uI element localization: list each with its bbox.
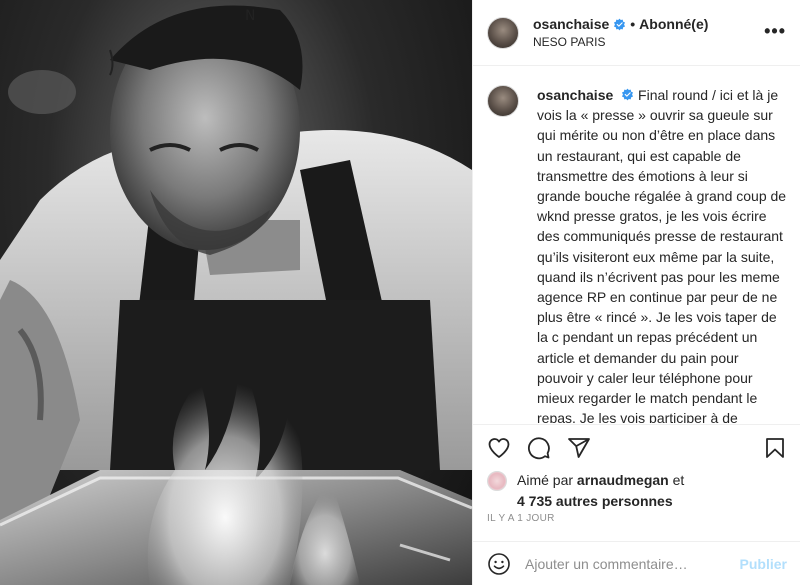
post-detail-panel: osanchaise • Abonné(e) NESO PARIS ••• os… (472, 0, 800, 585)
verified-badge-icon (622, 88, 634, 101)
verified-badge-icon (614, 18, 626, 30)
post-photo-art: N (0, 5, 472, 585)
liker-avatar[interactable] (487, 471, 507, 491)
author-username[interactable]: osanchaise (533, 16, 609, 32)
comment-icon[interactable] (527, 436, 551, 460)
follow-status-button[interactable]: Abonné(e) (639, 16, 708, 32)
likes-summary: Aimé par arnaudmegan et 4 735 autres per… (487, 470, 684, 512)
post-header: osanchaise • Abonné(e) NESO PARIS ••• (473, 0, 800, 66)
action-bar (473, 424, 800, 470)
separator-dot: • (630, 16, 636, 32)
more-options-icon[interactable]: ••• (764, 22, 786, 40)
post-photo[interactable]: N (0, 0, 472, 585)
likes-text: Aimé par arnaudmegan et 4 735 autres per… (517, 470, 684, 512)
svg-text:N: N (245, 8, 255, 24)
heart-icon[interactable] (487, 436, 511, 460)
post-location[interactable]: NESO PARIS (533, 35, 708, 49)
caption-username[interactable]: osanchaise (537, 87, 613, 103)
liked-by-user[interactable]: arnaudmegan (577, 472, 669, 488)
header-text: osanchaise • Abonné(e) NESO PARIS (533, 16, 708, 49)
smiley-icon[interactable] (487, 552, 511, 576)
paper-plane-icon[interactable] (567, 436, 591, 460)
liked-by-prefix: Aimé par (517, 472, 574, 488)
caption-text: Final round / ici et là je vois la « pre… (537, 87, 787, 423)
header-row: osanchaise • Abonné(e) (533, 16, 708, 32)
publish-button[interactable]: Publier (740, 556, 787, 572)
liked-by-suffix: et (672, 472, 685, 488)
caption-area[interactable]: osanchaise Final round / ici et là je vo… (473, 67, 800, 423)
comment-input[interactable] (525, 555, 740, 572)
caption: osanchaise Final round / ici et là je vo… (537, 85, 787, 423)
caption-author-avatar[interactable] (487, 85, 519, 117)
bookmark-icon[interactable] (763, 436, 787, 460)
others-count-link[interactable]: 4 735 autres personnes (517, 493, 673, 509)
post-timestamp[interactable]: IL Y A 1 JOUR (487, 513, 555, 524)
comment-bar: Publier (473, 541, 800, 585)
author-avatar[interactable] (487, 16, 519, 49)
